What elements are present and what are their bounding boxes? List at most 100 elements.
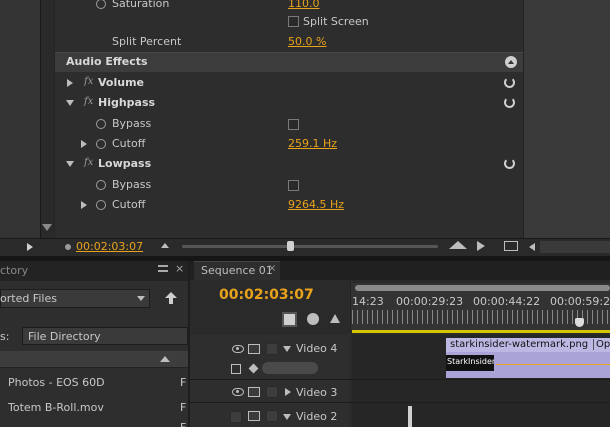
film-icon[interactable] <box>248 344 260 354</box>
eye-icon[interactable] <box>232 345 244 353</box>
stopwatch-icon[interactable] <box>96 0 106 9</box>
collapse-triangle-icon[interactable] <box>66 100 74 106</box>
split-percent-label: Split Percent <box>112 35 182 48</box>
ruler-tick-label: 00:00:59:22 <box>550 295 610 308</box>
snap-icon[interactable] <box>282 312 297 327</box>
lock-icon[interactable] <box>266 410 278 422</box>
list-item[interactable]: F <box>0 421 188 427</box>
panel-menu-icon[interactable] <box>158 265 168 272</box>
zoom-slider-track[interactable] <box>182 245 438 248</box>
horizontal-scrollbar[interactable] <box>540 241 610 253</box>
file-type: F <box>180 376 187 389</box>
clip-label: starkinsider-watermark.png <box>450 339 589 350</box>
timeline-timecode[interactable]: 00:02:03:07 <box>219 287 314 303</box>
left-gutter-scrollbar[interactable] <box>40 0 54 238</box>
playhead-icon[interactable] <box>575 318 584 327</box>
expand-triangle-icon[interactable] <box>67 79 73 87</box>
split-percent-row: Split Percent 50.0 % <box>60 32 522 52</box>
split-screen-checkbox[interactable] <box>288 16 299 27</box>
scroll-down-arrow[interactable] <box>42 224 52 231</box>
media-browser-tab[interactable]: ctory <box>0 264 28 277</box>
clip-opacity-line[interactable] <box>496 364 610 365</box>
eye-icon[interactable] <box>232 388 244 396</box>
marker-icon[interactable] <box>307 313 319 325</box>
stopwatch-icon[interactable] <box>96 139 106 149</box>
lowpass-row[interactable]: fx Lowpass <box>60 154 522 174</box>
stopwatch-icon[interactable] <box>96 200 106 210</box>
track-video-2: Video 2 <box>190 404 610 427</box>
lock-icon[interactable] <box>266 386 278 398</box>
highpass-bypass-row: Bypass <box>60 114 522 134</box>
file-type: F <box>180 401 187 414</box>
clip-marker[interactable] <box>408 406 412 427</box>
split-screen-row: Split Screen <box>60 12 522 32</box>
close-icon[interactable]: × <box>268 263 276 274</box>
bypass-checkbox[interactable] <box>288 180 299 191</box>
export-icon[interactable] <box>504 241 518 251</box>
split-percent-value[interactable]: 50.0 % <box>288 35 326 48</box>
zoom-in-icon[interactable] <box>449 241 467 249</box>
file-type: F <box>180 421 186 427</box>
highpass-row[interactable]: fx Highpass <box>60 93 522 113</box>
lowpass-cutoff-row: Cutoff 9264.5 Hz <box>60 195 522 215</box>
keyframe-nav-icon[interactable] <box>248 363 259 374</box>
effect-controls-timecode[interactable]: 00:02:03:07 <box>76 240 143 253</box>
volume-row[interactable]: fx Volume <box>60 73 522 93</box>
ruler-tick-label: 14:23 <box>352 295 384 308</box>
list-item[interactable]: Totem B-Roll.mov F <box>0 397 188 417</box>
reset-icon[interactable] <box>504 77 515 88</box>
sort-ascending-icon[interactable] <box>160 356 170 362</box>
work-area-bar[interactable] <box>355 285 610 291</box>
expand-triangle-icon[interactable] <box>81 201 87 209</box>
film-icon[interactable] <box>248 387 260 397</box>
expand-triangle-icon[interactable] <box>285 388 291 396</box>
reset-icon[interactable] <box>504 158 515 169</box>
clip-thumbnail-text: StarkInsider <box>447 357 494 366</box>
sequence-tab-label: Sequence 01 <box>201 264 273 277</box>
track-opacity-control[interactable] <box>262 362 318 374</box>
file-name: Photos - EOS 60D <box>8 376 105 389</box>
collapse-triangle-icon[interactable] <box>66 161 74 167</box>
lock-icon[interactable] <box>266 343 278 355</box>
ruler-tick-label: 00:00:29:23 <box>396 295 464 308</box>
source-dropdown-value: orted Files <box>0 292 57 305</box>
add-marker-icon[interactable] <box>330 314 340 323</box>
cutoff-label: Cutoff <box>112 137 146 150</box>
close-icon[interactable]: × <box>175 262 184 275</box>
highpass-label: Highpass <box>98 96 156 109</box>
stopwatch-icon[interactable] <box>96 119 106 129</box>
highpass-cutoff-row: Cutoff 259.1 Hz <box>60 134 522 154</box>
reset-icon[interactable] <box>504 97 515 108</box>
play-audio-icon[interactable] <box>477 241 485 251</box>
zoom-out-icon[interactable] <box>161 243 169 248</box>
clip-watermark[interactable]: starkinsider-watermark.png Opa StarkInsi… <box>446 338 610 378</box>
saturation-value[interactable]: 110.0 <box>288 0 320 10</box>
timecode-dot-icon <box>65 244 71 250</box>
up-arrow-stem <box>169 298 173 304</box>
collapse-triangle-icon[interactable] <box>283 346 291 352</box>
cutoff-value[interactable]: 9264.5 Hz <box>288 198 344 211</box>
collapse-triangle-icon[interactable] <box>283 414 291 420</box>
saturation-label: Saturation <box>112 0 170 10</box>
expand-triangle-icon[interactable] <box>81 140 87 148</box>
chevron-down-icon <box>137 296 145 301</box>
volume-label: Volume <box>98 76 144 89</box>
film-icon[interactable] <box>248 411 260 421</box>
lowpass-label: Lowpass <box>98 157 152 170</box>
track-name: Video 2 <box>296 410 338 423</box>
bypass-label: Bypass <box>112 178 152 191</box>
cutoff-value[interactable]: 259.1 Hz <box>288 137 337 150</box>
left-panel-arrow-icon[interactable] <box>27 243 33 251</box>
bypass-checkbox[interactable] <box>288 119 299 130</box>
fx-icon: fx <box>84 157 94 168</box>
list-item[interactable]: Photos - EOS 60D F <box>0 372 188 392</box>
stopwatch-icon[interactable] <box>96 180 106 190</box>
keyframe-toggle-icon[interactable] <box>231 364 241 374</box>
ruler-tick-label: 00:00:44:22 <box>473 295 541 308</box>
audio-effects-label: Audio Effects <box>66 55 148 68</box>
clip-label-next: Opa <box>593 339 610 350</box>
zoom-slider-handle[interactable] <box>287 241 294 251</box>
scroll-left-arrow-icon[interactable] <box>529 243 535 251</box>
visibility-toggle[interactable] <box>230 411 242 423</box>
bypass-label: Bypass <box>112 117 152 130</box>
